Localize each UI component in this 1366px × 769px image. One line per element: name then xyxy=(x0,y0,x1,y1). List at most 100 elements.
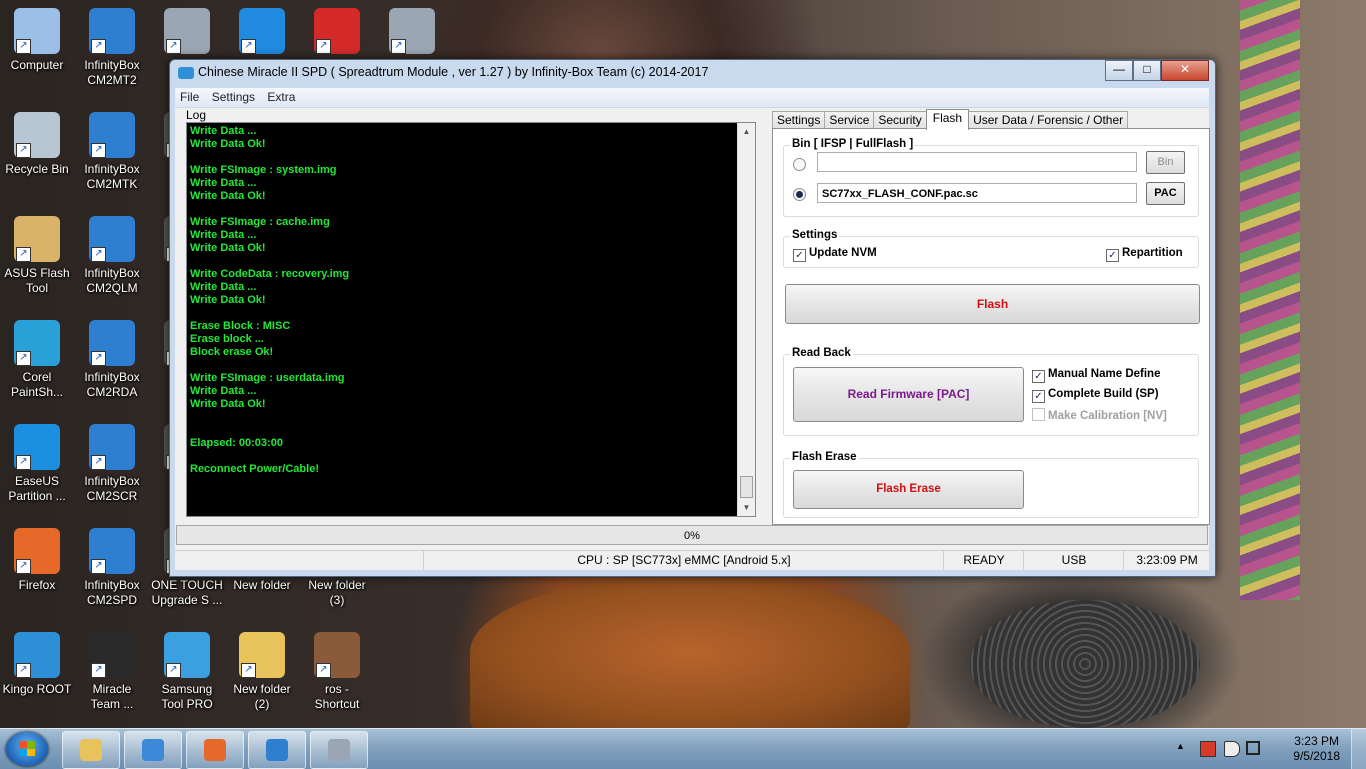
desktop-icon[interactable]: ↗ Computer xyxy=(0,8,74,73)
desktop-icon[interactable]: ↗ ros - Shortcut xyxy=(300,632,374,712)
flash-button[interactable]: Flash xyxy=(785,284,1200,324)
taskbar-button-tool[interactable] xyxy=(310,731,368,769)
scroll-thumb[interactable] xyxy=(740,476,753,498)
tab-flash[interactable]: Flash xyxy=(925,109,970,130)
log-panel[interactable]: Write Data ... Write Data Ok! Write FSIm… xyxy=(186,122,756,517)
desktop-icon-label: InfinityBox xyxy=(84,370,140,384)
clock-time: 3:23 PM xyxy=(1294,734,1339,748)
desktop-icon[interactable]: ↗ Miracle Team ... xyxy=(75,632,149,712)
flag-icon[interactable] xyxy=(1200,741,1216,757)
scroll-down-icon[interactable]: ▼ xyxy=(738,499,755,516)
explorer-icon xyxy=(80,739,102,761)
status-bar: CPU : SP [SC773x] eMMC [Android 5.x] REA… xyxy=(175,550,1209,570)
firefox-icon xyxy=(204,739,226,761)
start-button[interactable] xyxy=(6,732,48,766)
taskbar-button-media[interactable] xyxy=(124,731,182,769)
flash-erase-button[interactable]: Flash Erase xyxy=(793,470,1024,509)
bin-path-field[interactable] xyxy=(817,152,1137,172)
repartition-label: Repartition xyxy=(1122,247,1183,259)
shortcut-arrow-icon: ↗ xyxy=(316,39,331,54)
desktop-icon-label-line2: CM2MTK xyxy=(86,177,138,191)
taskbar-button-spd[interactable] xyxy=(248,731,306,769)
update-nvm-checkbox[interactable]: ✓ Update NVM xyxy=(793,247,877,262)
desktop-icon-label: New folder xyxy=(233,682,291,696)
pac-path-field[interactable]: SC77xx_FLASH_CONF.pac.sc xyxy=(817,183,1137,203)
volume-icon[interactable] xyxy=(1224,741,1240,757)
shortcut-icon: ↗ xyxy=(89,112,135,158)
manual-name-label: Manual Name Define xyxy=(1048,368,1161,380)
shortcut-arrow-icon: ↗ xyxy=(91,39,106,54)
desktop-icon-label: Kingo ROOT xyxy=(2,682,72,696)
bin-button[interactable]: Bin xyxy=(1146,151,1185,174)
minimize-button[interactable]: — xyxy=(1105,60,1133,81)
shortcut-arrow-icon: ↗ xyxy=(16,247,31,262)
log-scrollbar[interactable]: ▲ ▼ xyxy=(737,123,755,516)
shortcut-icon: ↗ xyxy=(239,632,285,678)
desktop-icon[interactable]: ↗ Samsung Tool PRO xyxy=(150,632,224,712)
network-icon[interactable] xyxy=(1246,741,1260,755)
taskbar-button-firefox[interactable] xyxy=(186,731,244,769)
desktop-icon-label-line2: CM2MT2 xyxy=(87,73,137,87)
shortcut-arrow-icon: ↗ xyxy=(91,143,106,158)
desktop-icon[interactable]: ↗ New folder (2) xyxy=(225,632,299,712)
desktop-icon[interactable]: ↗ Recycle Bin xyxy=(0,112,74,177)
show-hidden-icons-icon[interactable]: ▲ xyxy=(1176,741,1190,755)
desktop-icon-label-line2: Upgrade S ... xyxy=(151,593,223,607)
desktop-icon[interactable]: ↗ InfinityBox CM2SPD xyxy=(75,528,149,608)
shortcut-icon: ↗ xyxy=(14,112,60,158)
desktop-icon-label-line2: CM2QLM xyxy=(86,281,138,295)
desktop-icon[interactable]: ↗ Kingo ROOT xyxy=(0,632,74,697)
shortcut-icon: ↗ xyxy=(239,8,285,54)
shortcut-icon: ↗ xyxy=(164,632,210,678)
pac-radio[interactable] xyxy=(793,188,806,201)
manual-name-checkbox[interactable]: ✓ Manual Name Define xyxy=(1032,368,1160,383)
menu-file[interactable]: File xyxy=(175,88,203,104)
tab-service[interactable]: Service xyxy=(824,111,875,129)
desktop-icon[interactable]: ↗ InfinityBox CM2MTK xyxy=(75,112,149,192)
desktop-icon[interactable]: ↗ xyxy=(300,8,374,58)
tab-security[interactable]: Security xyxy=(873,111,927,129)
shortcut-icon: ↗ xyxy=(14,216,60,262)
check-icon: ✓ xyxy=(793,249,806,262)
check-icon: ✓ xyxy=(1032,370,1045,383)
desktop-icon[interactable]: ↗ InfinityBox CM2RDA xyxy=(75,320,149,400)
taskbar-button-explorer[interactable] xyxy=(62,731,120,769)
desktop-icon[interactable]: ↗ InfinityBox CM2MT2 xyxy=(75,8,149,88)
desktop-icon-label-line2: (2) xyxy=(254,697,270,711)
read-firmware-button[interactable]: Read Firmware [PAC] xyxy=(793,367,1024,422)
desktop-icon[interactable]: ↗ xyxy=(375,8,449,58)
unchecked-box-icon xyxy=(1032,408,1045,421)
desktop-icon[interactable]: ↗ ASUS Flash Tool xyxy=(0,216,74,296)
pac-button[interactable]: PAC xyxy=(1146,182,1185,205)
repartition-checkbox[interactable]: ✓ Repartition xyxy=(1106,247,1183,262)
menu-extra[interactable]: Extra xyxy=(262,88,299,104)
maximize-button[interactable]: □ xyxy=(1133,60,1161,81)
desktop-icon[interactable]: ↗ InfinityBox CM2SCR xyxy=(75,424,149,504)
desktop-icon[interactable]: ↗ EaseUS Partition ... xyxy=(0,424,74,504)
tab-user-data[interactable]: User Data / Forensic / Other xyxy=(968,111,1129,129)
make-calibration-checkbox[interactable]: Make Calibration [NV] xyxy=(1032,408,1167,423)
desktop-icon[interactable]: ↗ Firefox xyxy=(0,528,74,593)
check-icon: ✓ xyxy=(1106,249,1119,262)
check-icon: ✓ xyxy=(1032,390,1045,403)
complete-build-checkbox[interactable]: ✓ Complete Build (SP) xyxy=(1032,388,1159,403)
show-desktop-button[interactable] xyxy=(1351,729,1366,769)
title-bar[interactable]: Chinese Miracle II SPD ( Spreadtrum Modu… xyxy=(170,60,1215,88)
desktop-icon[interactable]: ↗ Corel PaintSh... xyxy=(0,320,74,400)
desktop-icon-label-line2: (3) xyxy=(329,593,345,607)
shortcut-icon: ↗ xyxy=(164,8,210,54)
close-button[interactable]: ✕ xyxy=(1161,60,1209,81)
scroll-up-icon[interactable]: ▲ xyxy=(738,123,755,140)
shortcut-icon: ↗ xyxy=(89,528,135,574)
menu-settings[interactable]: Settings xyxy=(207,88,259,104)
desktop-icon[interactable]: ↗ xyxy=(225,8,299,58)
desktop-icon-label-line2: Partition ... xyxy=(8,489,66,503)
erase-group: Flash Erase Flash Erase xyxy=(783,451,1199,518)
window-client: File Settings Extra Log Write Data ... W… xyxy=(175,88,1210,570)
tab-settings[interactable]: Settings xyxy=(772,111,826,129)
shortcut-arrow-icon: ↗ xyxy=(16,143,31,158)
shortcut-arrow-icon: ↗ xyxy=(241,39,256,54)
bin-radio[interactable] xyxy=(793,158,806,171)
desktop-icon[interactable]: ↗ InfinityBox CM2QLM xyxy=(75,216,149,296)
clock[interactable]: 3:23 PM 9/5/2018 xyxy=(1293,734,1340,764)
